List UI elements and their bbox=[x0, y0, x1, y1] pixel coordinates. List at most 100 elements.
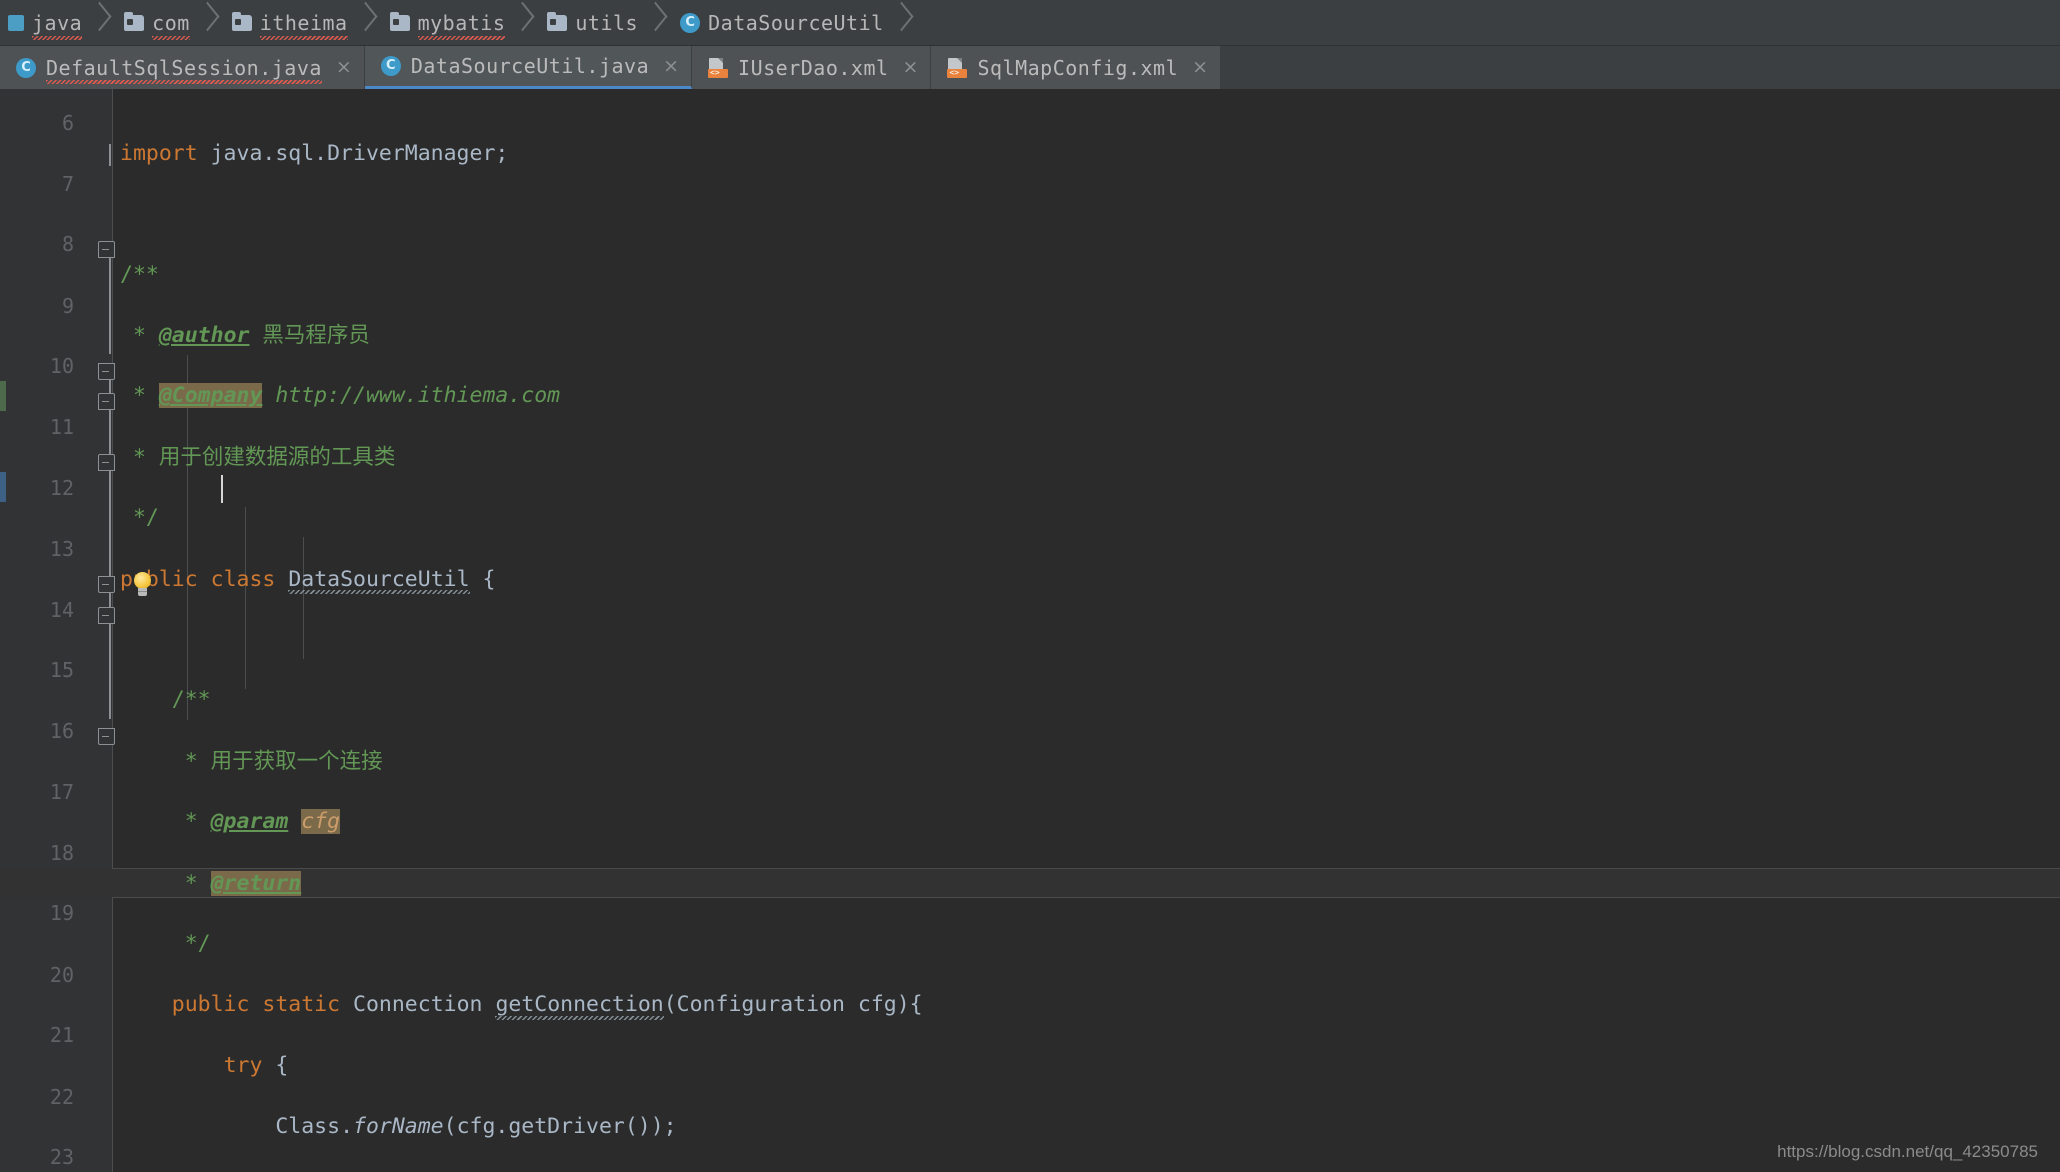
line-content: * 用于获取一个连接 bbox=[120, 748, 383, 774]
keyword-token: import bbox=[120, 140, 198, 166]
line-content: * @Company http://www.ithiema.com bbox=[112, 381, 560, 411]
line-number: 20 bbox=[49, 962, 74, 987]
open-brace: { bbox=[482, 566, 496, 592]
breadcrumb-separator-icon bbox=[890, 0, 912, 46]
line-number: 21 bbox=[49, 1023, 74, 1048]
javadoc-class-description: 用于创建数据源的工具类 bbox=[158, 444, 396, 470]
method-parameters: (Configuration cfg){ bbox=[663, 992, 923, 1018]
call-arguments: (cfg.getDriver()); bbox=[443, 1114, 677, 1140]
close-icon[interactable]: × bbox=[663, 56, 679, 76]
fold-region-line bbox=[109, 144, 111, 166]
code-editor[interactable]: 6 import java.sql.DriverManager; 7 8 /**… bbox=[0, 89, 2060, 1172]
breadcrumb-separator-icon bbox=[88, 0, 110, 46]
line-number: 18 bbox=[49, 841, 74, 866]
code-line[interactable]: 9 * @author 黑马程序员 bbox=[0, 260, 2060, 348]
fold-collapse-icon[interactable] bbox=[96, 569, 118, 599]
code-line[interactable]: 20 public static Connection getConnectio… bbox=[0, 929, 2060, 1021]
line-number: 12 bbox=[49, 475, 74, 500]
text-caret bbox=[221, 475, 223, 503]
watermark-url: https://blog.csdn.net/qq_42350785 bbox=[1777, 1142, 2038, 1161]
javadoc-company-tag: @Company bbox=[158, 383, 263, 409]
breadcrumb-item-utils[interactable]: utils bbox=[537, 0, 670, 46]
code-line[interactable]: 22 Class.forName(cfg.getDriver()); bbox=[0, 1051, 2060, 1139]
breadcrumb-item-java[interactable]: java bbox=[2, 0, 114, 46]
breadcrumb-item-datasourceutil[interactable]: C DataSourceUtil bbox=[670, 0, 916, 46]
line-content: * @author 黑马程序员 bbox=[112, 321, 370, 351]
indent-guide bbox=[303, 537, 304, 659]
keyword-class: class bbox=[210, 566, 276, 592]
tab-label: SqlMapConfig.xml bbox=[977, 55, 1179, 80]
breadcrumb-label: itheima bbox=[259, 10, 348, 40]
line-content: * @return bbox=[120, 870, 302, 896]
line-number: 8 bbox=[61, 232, 74, 257]
code-text-area[interactable]: 6 import java.sql.DriverManager; 7 8 /**… bbox=[0, 89, 2060, 1172]
code-line[interactable]: 6 import java.sql.DriverManager; bbox=[0, 89, 2060, 165]
doc-star: * bbox=[120, 444, 159, 470]
return-type-token: Connection bbox=[353, 992, 483, 1018]
code-line[interactable]: 15 /** bbox=[0, 625, 2060, 712]
fold-collapse-icon[interactable] bbox=[96, 234, 118, 264]
code-line[interactable]: 8 /** bbox=[0, 199, 2060, 286]
javadoc-author-value: 黑马程序员 bbox=[249, 322, 370, 348]
xml-file-icon bbox=[708, 57, 729, 78]
javadoc-method-description: 用于获取一个连接 bbox=[210, 748, 383, 774]
line-content: import java.sql.DriverManager; bbox=[112, 139, 508, 169]
line-content: * @param cfg bbox=[120, 809, 341, 835]
vcs-change-marker bbox=[0, 381, 6, 411]
code-line[interactable]: 16 * 用于获取一个连接 bbox=[0, 686, 2060, 773]
indent-guide bbox=[245, 507, 246, 689]
breadcrumb-label: com bbox=[152, 10, 190, 40]
tab-iuserdao-xml[interactable]: IUserDao.xml × bbox=[692, 46, 932, 89]
javadoc-return-tag: @return bbox=[210, 870, 302, 896]
class-reference: Class. bbox=[275, 1114, 354, 1140]
line-content: */ bbox=[120, 505, 159, 531]
open-brace: { bbox=[275, 1052, 289, 1078]
fold-collapse-icon[interactable] bbox=[96, 447, 118, 477]
line-number: 7 bbox=[61, 171, 74, 196]
line-number: 22 bbox=[49, 1084, 74, 1109]
breadcrumb-separator-icon bbox=[196, 0, 218, 46]
method-call-forname: forName bbox=[353, 1114, 444, 1140]
fold-collapse-icon[interactable] bbox=[96, 356, 118, 386]
breadcrumb-item-com[interactable]: com bbox=[114, 0, 222, 46]
folder-icon bbox=[231, 11, 252, 31]
code-line[interactable]: 13 public class DataSourceUtil { bbox=[0, 504, 2060, 595]
javadoc-param-tag: @param bbox=[210, 809, 289, 835]
line-content: Class.forName(cfg.getDriver()); bbox=[112, 1112, 677, 1142]
breadcrumb-label: java bbox=[32, 10, 83, 40]
fold-collapse-icon[interactable] bbox=[96, 386, 118, 416]
javadoc-author-tag: @author bbox=[158, 322, 250, 348]
line-content: public class DataSourceUtil { bbox=[112, 565, 495, 595]
close-icon[interactable]: × bbox=[903, 58, 919, 77]
java-class-icon: C bbox=[16, 57, 36, 78]
line-content: */ bbox=[120, 930, 211, 956]
tab-sqlmapconfig-xml[interactable]: SqlMapConfig.xml × bbox=[931, 46, 1222, 89]
java-class-icon: C bbox=[680, 12, 701, 33]
import-path: java.sql.DriverManager; bbox=[197, 140, 509, 166]
line-number: 6 bbox=[61, 111, 74, 136]
editor-tab-bar: C DefaultSqlSession.java × C DataSourceU… bbox=[0, 46, 2060, 89]
code-line-current[interactable]: 19 */ bbox=[0, 868, 2060, 956]
fold-collapse-icon[interactable] bbox=[96, 600, 118, 630]
line-number: 13 bbox=[49, 537, 74, 562]
breadcrumb-item-itheima[interactable]: itheima bbox=[222, 0, 380, 46]
close-icon[interactable]: × bbox=[1192, 58, 1208, 77]
line-number: 16 bbox=[49, 719, 74, 744]
breadcrumb-item-mybatis[interactable]: mybatis bbox=[380, 0, 538, 46]
fold-collapse-icon[interactable] bbox=[96, 721, 118, 751]
folder-icon bbox=[124, 11, 145, 31]
tab-datasourceutil-java[interactable]: C DataSourceUtil.java × bbox=[364, 46, 693, 89]
breadcrumb-label: DataSourceUtil bbox=[708, 10, 884, 35]
lightbulb-intention-icon[interactable] bbox=[128, 570, 158, 600]
doc-star: * bbox=[120, 383, 159, 409]
javadoc-param-name: cfg bbox=[301, 809, 341, 835]
line-content: /** bbox=[120, 261, 159, 287]
breadcrumb-label: mybatis bbox=[417, 10, 506, 40]
breadcrumb-separator-icon bbox=[511, 0, 533, 46]
line-number: 19 bbox=[49, 901, 74, 926]
tab-label: DataSourceUtil.java bbox=[410, 54, 650, 78]
line-number: 14 bbox=[49, 597, 74, 622]
line-content: try { bbox=[112, 1051, 289, 1081]
close-icon[interactable]: × bbox=[336, 58, 352, 77]
tab-defaultsqlsession-java[interactable]: C DefaultSqlSession.java × bbox=[0, 46, 365, 89]
